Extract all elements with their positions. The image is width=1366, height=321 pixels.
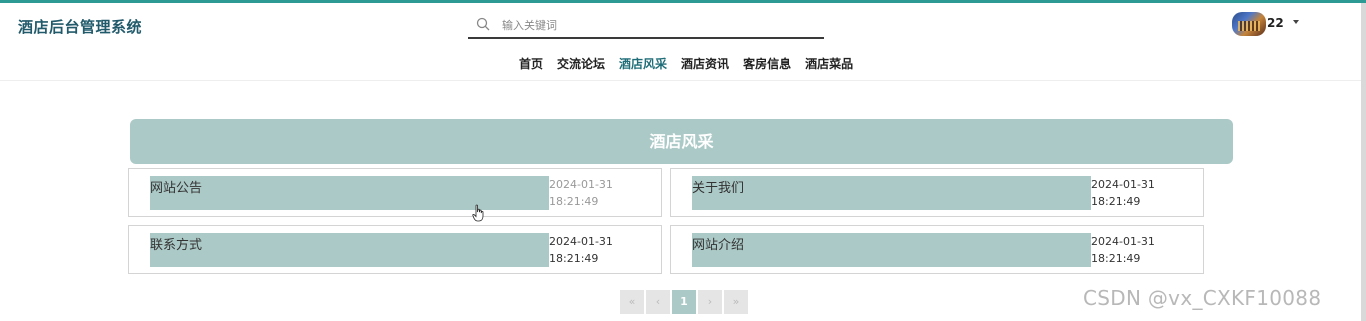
list-item[interactable]: 网站介绍 2024-01-31 18:21:49 — [670, 225, 1204, 274]
item-title[interactable]: 关于我们 — [692, 177, 744, 196]
nav-item-hotel-news[interactable]: 酒店资讯 — [681, 55, 729, 73]
item-time: 18:21:49 — [549, 195, 599, 208]
item-title[interactable]: 网站公告 — [150, 177, 202, 196]
last-page-button[interactable]: » — [724, 290, 748, 314]
nav-item-forum[interactable]: 交流论坛 — [557, 55, 605, 73]
prev-page-button[interactable]: ‹ — [646, 290, 670, 314]
item-title[interactable]: 网站介绍 — [692, 234, 744, 253]
item-highlight — [692, 176, 1091, 210]
nav-item-dishes[interactable]: 酒店菜品 — [805, 55, 853, 73]
nav-item-home[interactable]: 首页 — [519, 55, 543, 73]
top-accent-line — [0, 0, 1366, 3]
item-time: 18:21:49 — [549, 252, 599, 265]
nav-item-hotel-style[interactable]: 酒店风采 — [619, 55, 667, 73]
list-item[interactable]: 关于我们 2024-01-31 18:21:49 — [670, 168, 1204, 217]
avatar[interactable] — [1232, 12, 1266, 36]
first-page-button[interactable]: « — [620, 290, 644, 314]
app-title: 酒店后台管理系统 — [18, 18, 143, 36]
chevron-down-icon[interactable] — [1293, 20, 1299, 24]
section-banner: 酒店风采 — [130, 119, 1233, 164]
watermark: CSDN @vx_CXKF10088 — [1083, 286, 1322, 310]
item-highlight — [150, 176, 549, 210]
main-nav: 首页 交流论坛 酒店风采 酒店资讯 客房信息 酒店菜品 — [519, 55, 853, 73]
nav-item-room-info[interactable]: 客房信息 — [743, 55, 791, 73]
search-box[interactable] — [468, 12, 824, 39]
item-highlight — [692, 233, 1091, 267]
item-timestamp: 2024-01-31 18:21:49 — [1091, 233, 1181, 267]
list-item[interactable]: 联系方式 2024-01-31 18:21:49 — [128, 225, 662, 274]
search-icon[interactable] — [476, 17, 490, 31]
item-date: 2024-01-31 — [1091, 235, 1155, 248]
search-input[interactable] — [502, 16, 802, 34]
next-page-button[interactable]: › — [698, 290, 722, 314]
item-date: 2024-01-31 — [1091, 178, 1155, 191]
username[interactable]: 22 — [1267, 16, 1284, 30]
item-timestamp: 2024-01-31 18:21:49 — [549, 233, 639, 267]
header-divider — [0, 80, 1361, 81]
item-title[interactable]: 联系方式 — [150, 234, 202, 253]
hand-cursor-icon — [472, 204, 484, 222]
item-highlight — [150, 233, 549, 267]
item-time: 18:21:49 — [1091, 252, 1141, 265]
item-date: 2024-01-31 — [549, 178, 613, 191]
list-item[interactable]: 网站公告 2024-01-31 18:21:49 — [128, 168, 662, 217]
item-timestamp: 2024-01-31 18:21:49 — [1091, 176, 1181, 210]
pagination: « ‹ 1 › » — [620, 290, 748, 314]
item-timestamp: 2024-01-31 18:21:49 — [549, 176, 639, 210]
item-time: 18:21:49 — [1091, 195, 1141, 208]
scrollbar[interactable] — [1361, 3, 1366, 321]
item-date: 2024-01-31 — [549, 235, 613, 248]
page-button-current[interactable]: 1 — [672, 290, 696, 314]
